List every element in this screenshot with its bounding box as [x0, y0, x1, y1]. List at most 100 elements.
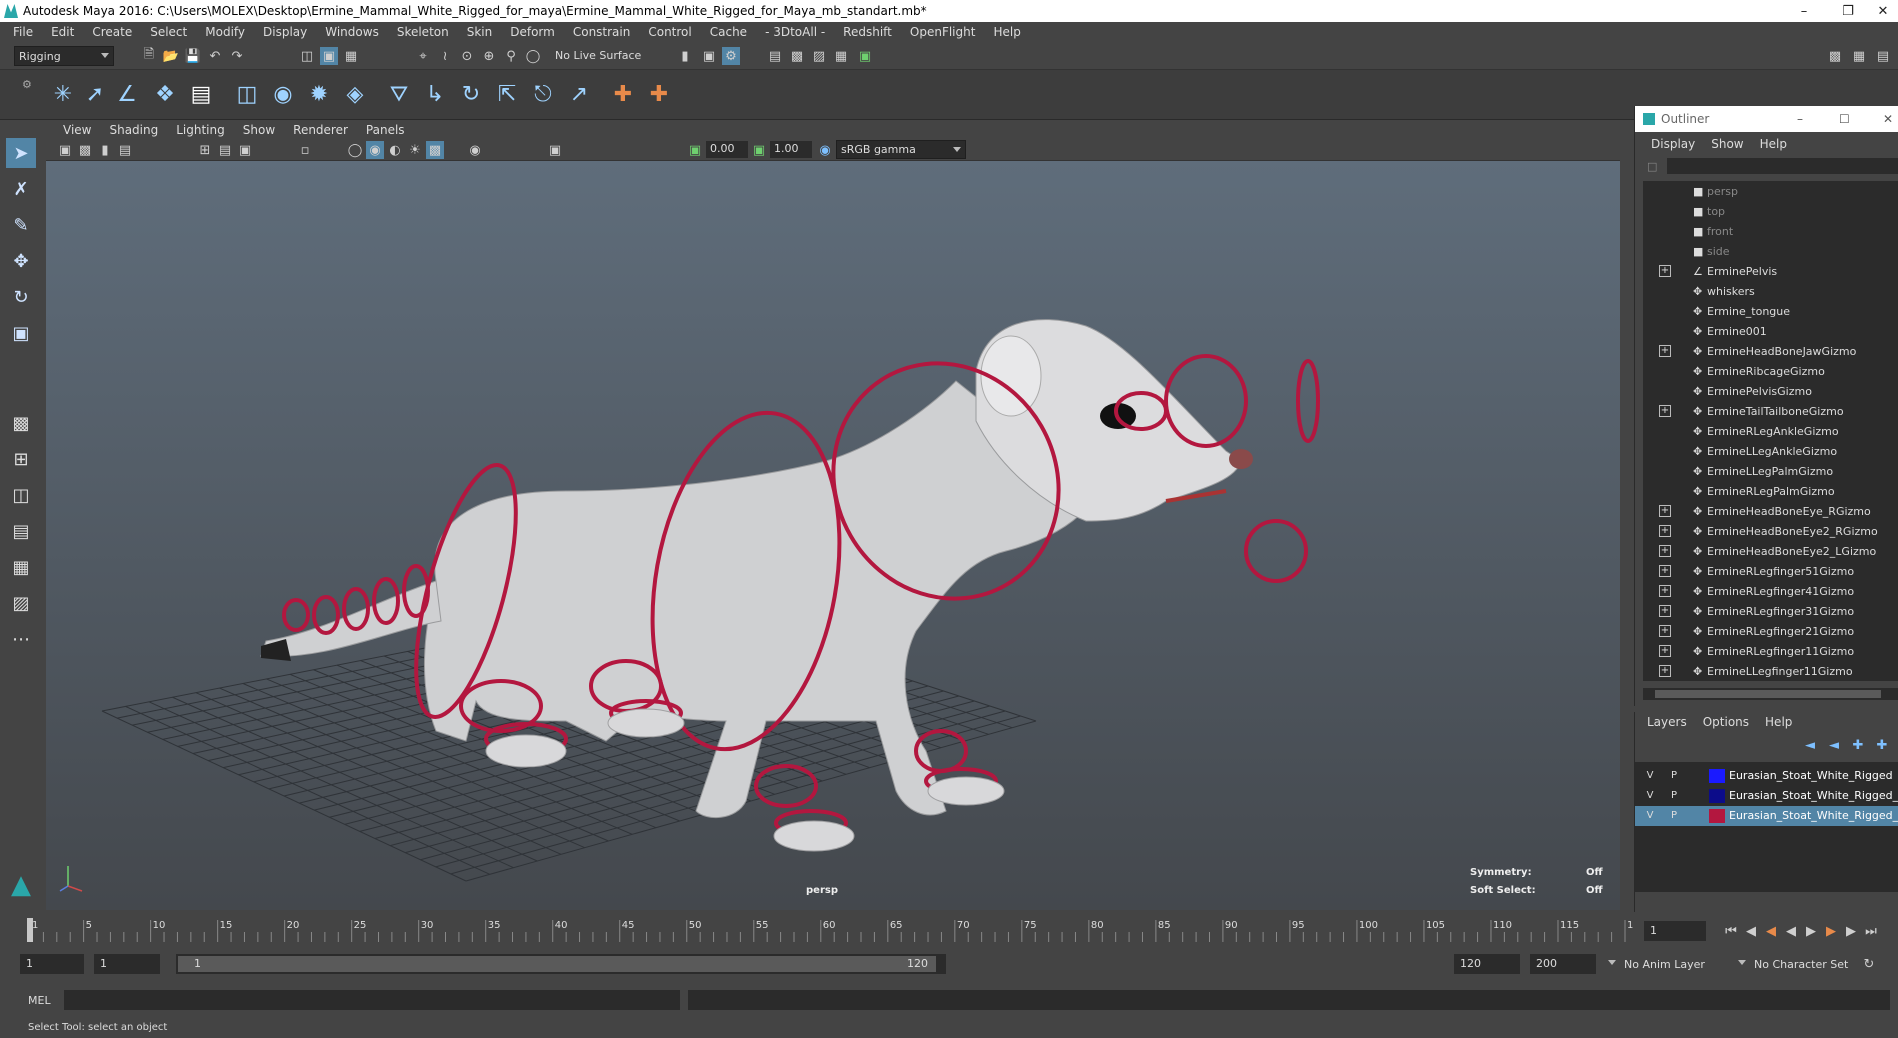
layer-color-swatch[interactable] [1709, 809, 1725, 823]
outliner-item[interactable]: ✥ ErmineLLegPalmGizmo [1643, 461, 1898, 481]
use-all-lights-icon[interactable]: ☀ [406, 141, 424, 159]
menu-skin[interactable]: Skin [458, 25, 502, 39]
playback-end-field[interactable]: 120 [1454, 954, 1520, 974]
point-constraint-icon[interactable]: ⛛ [384, 78, 414, 110]
outliner-item[interactable]: ✥ ErmineRLegAnkleGizmo [1643, 421, 1898, 441]
expand-icon[interactable]: + [1659, 405, 1671, 417]
move-layer-up-icon[interactable]: ◄ [1801, 736, 1819, 754]
menu-select[interactable]: Select [141, 25, 196, 39]
new-layer-icon[interactable]: ✚ [1849, 736, 1867, 754]
bookmark-icon[interactable]: ▮ [96, 141, 114, 159]
camera-attributes-icon[interactable]: ▩ [76, 141, 94, 159]
select-component-icon[interactable]: ▦ [342, 47, 360, 65]
outliner-item[interactable]: + ✥ ErmineRLegfinger41Gizmo [1643, 581, 1898, 601]
layout-options-icon[interactable]: ⋯ [6, 624, 36, 654]
outliner-item[interactable]: + ✥ ErmineRLegfinger11Gizmo [1643, 641, 1898, 661]
layer-visibility-toggle[interactable]: V [1641, 789, 1659, 803]
step-forward-icon[interactable]: ▶ [1842, 922, 1860, 940]
xray-icon[interactable]: ◉ [466, 141, 484, 159]
panel-menu-shading[interactable]: Shading [100, 123, 167, 137]
ipr-icon[interactable]: ▨ [810, 47, 828, 65]
paint-select-icon[interactable]: ✎ [6, 210, 36, 240]
image-plane-icon[interactable]: ▤ [116, 141, 134, 159]
viewport-persp[interactable]: persp Symmetry: Off Soft Select: Off [46, 161, 1620, 910]
close-button[interactable]: ✕ [1868, 0, 1898, 22]
history-icon[interactable]: ▮ [676, 47, 694, 65]
menu-set-dropdown[interactable]: Rigging [14, 46, 114, 66]
range-bar[interactable]: 1 120 [176, 954, 946, 974]
render-layout-icon[interactable]: ▨ [6, 588, 36, 618]
gamma-field[interactable]: 1.00 [770, 141, 812, 158]
new-layer-selected-icon[interactable]: ✚ [1873, 736, 1891, 754]
outliner-item[interactable]: + ✥ ErmineHeadBoneJawGizmo [1643, 341, 1898, 361]
snap-grid-icon[interactable]: ⌖ [414, 47, 432, 65]
undo-icon[interactable]: ↶ [206, 47, 224, 65]
filter-icon[interactable]: □ [1647, 160, 1657, 173]
snap-surface-icon[interactable]: ⚲ [502, 47, 520, 65]
persp-graph-layout-icon[interactable]: ▤ [6, 516, 36, 546]
step-forward-key-icon[interactable]: ▶ [1822, 922, 1840, 940]
joint-tool-icon[interactable]: ✳ [48, 78, 78, 110]
menu-cache[interactable]: Cache [701, 25, 756, 39]
render-view-icon[interactable]: ▤ [766, 47, 784, 65]
attribute-editor-toggle-icon[interactable]: ▩ [1826, 47, 1844, 65]
expand-icon[interactable]: + [1659, 625, 1671, 637]
expand-icon[interactable]: + [1659, 665, 1671, 677]
time-slider[interactable]: 1 5 10 15 20 25 30 35 40 45 50 55 60 65 70 75 80 85 90 95 10… [0, 916, 1646, 944]
exposure-icon[interactable]: ▣ [686, 141, 704, 159]
play-back-icon[interactable]: ◀ [1782, 922, 1800, 940]
outliner-item[interactable]: + ✥ ErmineRLegfinger21Gizmo [1643, 621, 1898, 641]
snap-live-icon[interactable]: ◯ [524, 47, 542, 65]
expand-icon[interactable]: + [1659, 585, 1671, 597]
ipr-render-icon[interactable]: ▩ [788, 47, 806, 65]
outliner-item[interactable]: ✥ Ermine001 [1643, 321, 1898, 341]
outliner-menu-show[interactable]: Show [1703, 137, 1751, 151]
current-frame-field[interactable]: 1 [1644, 921, 1706, 941]
play-forward-icon[interactable]: ▶ [1802, 922, 1820, 940]
menu-display[interactable]: Display [254, 25, 316, 39]
tool-settings-toggle-icon[interactable]: ▤ [1874, 47, 1892, 65]
panel-menu-renderer[interactable]: Renderer [284, 123, 357, 137]
layer-row[interactable]: V P Eurasian_Stoat_White_Rigged [1635, 766, 1898, 786]
wrap-icon[interactable]: ✹ [304, 78, 334, 110]
go-to-start-icon[interactable]: ⏮ [1722, 922, 1740, 940]
menu-windows[interactable]: Windows [316, 25, 388, 39]
select-object-icon[interactable]: ▣ [320, 47, 338, 65]
move-tool-icon[interactable]: ✥ [6, 246, 36, 276]
menu-control[interactable]: Control [639, 25, 700, 39]
character-set-dropdown[interactable]: No Character Set [1738, 954, 1860, 974]
redo-icon[interactable]: ↷ [228, 47, 246, 65]
open-scene-icon[interactable]: 📂 [162, 47, 180, 65]
expand-icon[interactable]: + [1659, 605, 1671, 617]
outliner-minimize-button[interactable]: – [1797, 112, 1803, 126]
select-tool-icon[interactable]: ➤ [6, 138, 36, 168]
paint-weights-icon[interactable]: ▤ [186, 78, 216, 110]
save-scene-icon[interactable]: 💾 [184, 47, 202, 65]
rotate-tool-icon[interactable]: ↻ [6, 282, 36, 312]
layer-visibility-toggle[interactable]: V [1641, 809, 1659, 823]
outliner-search-input[interactable] [1667, 158, 1898, 174]
outliner-item[interactable]: + ✥ ErmineHeadBoneEye_RGizmo [1643, 501, 1898, 521]
single-perspective-layout-icon[interactable]: ▩ [6, 408, 36, 438]
outliner-item[interactable]: ■ front [1643, 221, 1898, 241]
parent-constraint-icon[interactable]: ⎋ [528, 78, 558, 110]
wireframe-icon[interactable]: ◯ [346, 141, 364, 159]
snap-curve-icon[interactable]: ≀ [436, 47, 454, 65]
step-back-icon[interactable]: ◀ [1742, 922, 1760, 940]
pole-vector-icon[interactable]: ↗ [564, 78, 594, 110]
expand-icon[interactable]: + [1659, 505, 1671, 517]
outliner-item[interactable]: ■ persp [1643, 181, 1898, 201]
expand-icon[interactable]: + [1659, 265, 1671, 277]
camera-select-icon[interactable]: ▣ [56, 141, 74, 159]
expand-icon[interactable]: + [1659, 565, 1671, 577]
panel-menu-view[interactable]: View [54, 123, 100, 137]
layer-playback-toggle[interactable]: P [1665, 769, 1683, 783]
menu-redshift[interactable]: Redshift [834, 25, 901, 39]
lasso-tool-icon[interactable]: ✗ [6, 174, 36, 204]
outliner-close-button[interactable]: ✕ [1883, 112, 1893, 126]
render-frame-icon[interactable]: ▣ [700, 47, 718, 65]
menu-openflight[interactable]: OpenFlight [901, 25, 985, 39]
outliner-maximize-button[interactable]: ☐ [1839, 112, 1850, 126]
blendshape-icon[interactable]: ◈ [340, 78, 370, 110]
menu-modify[interactable]: Modify [196, 25, 254, 39]
